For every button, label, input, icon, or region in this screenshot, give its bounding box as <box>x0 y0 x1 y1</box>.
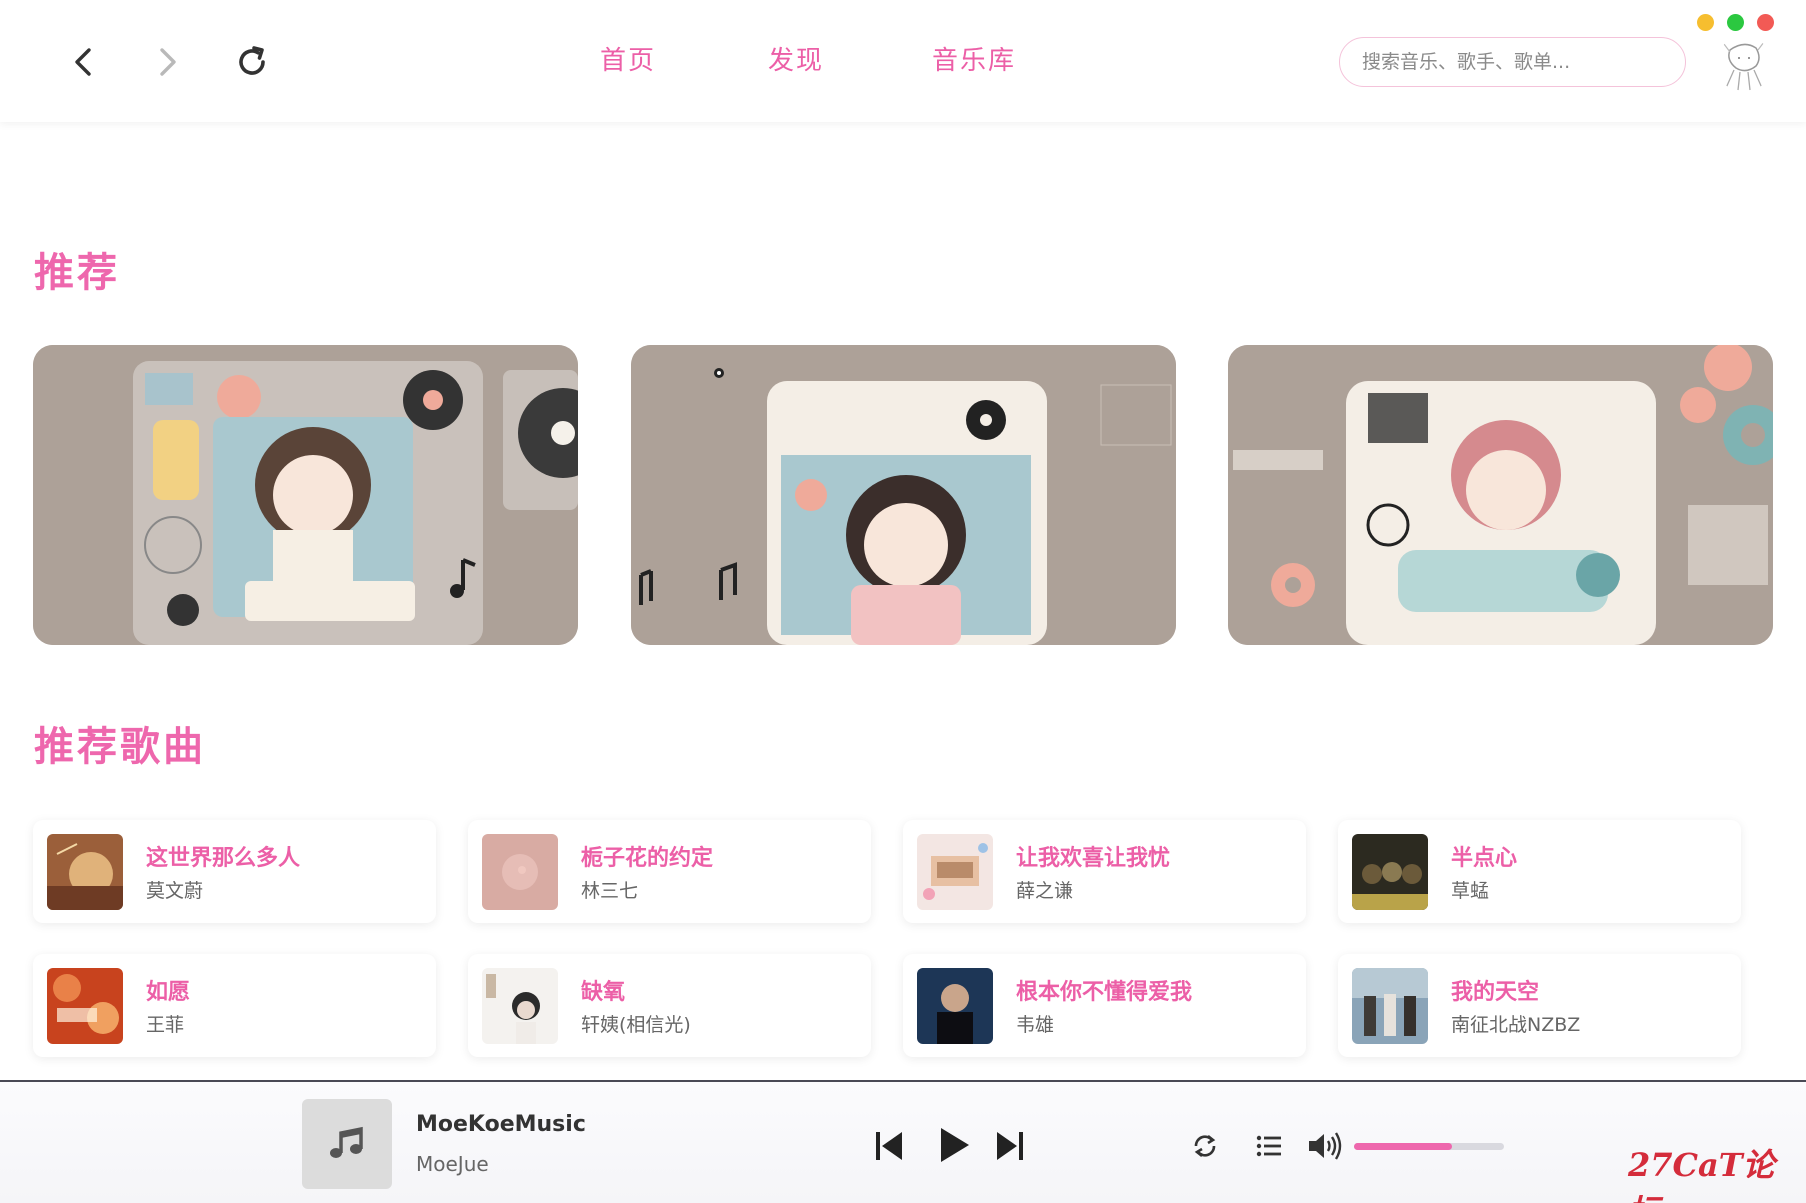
song-cover <box>1352 968 1428 1044</box>
chevron-right-icon <box>160 48 176 76</box>
site-watermark: 27CaT论坛 <box>1628 1146 1775 1203</box>
song-artist: 草蜢 <box>1451 880 1490 902</box>
top-bar: 首页 发现 音乐库 <box>0 0 1806 122</box>
recommend-banner-2[interactable] <box>631 345 1176 645</box>
repeat-button[interactable] <box>1191 1132 1219 1160</box>
app-window: 首页 发现 音乐库 推荐 <box>0 0 1806 1203</box>
window-controls <box>1697 14 1787 31</box>
tab-library[interactable]: 音乐库 <box>932 40 1016 77</box>
song-artist: 林三七 <box>581 880 639 902</box>
song-cover <box>47 968 123 1044</box>
chevron-left-icon <box>75 48 91 76</box>
main-tabs: 首页 发现 音乐库 <box>600 40 1128 77</box>
forward-button[interactable] <box>141 36 193 88</box>
volume-slider[interactable] <box>1354 1143 1504 1150</box>
playlist-button[interactable] <box>1255 1132 1283 1160</box>
previous-button[interactable] <box>874 1129 904 1163</box>
song-card[interactable]: 栀子花的约定 林三七 <box>468 820 871 923</box>
song-card[interactable]: 这世界那么多人 莫文蔚 <box>33 820 436 923</box>
play-button[interactable] <box>937 1125 971 1165</box>
volume-icon <box>1309 1132 1342 1160</box>
tab-discover[interactable]: 发现 <box>768 40 824 77</box>
song-artist: 韦雄 <box>1016 1014 1055 1036</box>
songs-section-title: 推荐歌曲 <box>34 724 206 770</box>
song-artist: 南征北战NZBZ <box>1451 1014 1581 1036</box>
song-title: 我的天空 <box>1451 980 1540 1005</box>
play-icon <box>941 1128 969 1162</box>
recommend-banner-1[interactable] <box>33 345 578 645</box>
song-title: 根本你不懂得爱我 <box>1016 980 1193 1005</box>
song-artist: 轩姨(相信光) <box>581 1014 691 1036</box>
list-icon <box>1256 1135 1281 1157</box>
album-art-image <box>1352 834 1428 910</box>
song-cover <box>1352 834 1428 910</box>
minimize-button[interactable] <box>1697 14 1714 31</box>
song-card[interactable]: 根本你不懂得爱我 韦雄 <box>903 954 1306 1057</box>
song-cover <box>917 834 993 910</box>
music-note-icon <box>330 1126 363 1158</box>
banner-illustration-1 <box>33 345 578 645</box>
refresh-icon <box>239 46 265 75</box>
avatar-sketch-icon <box>1716 36 1772 92</box>
now-playing-title: MoeKoeMusic <box>416 1112 586 1137</box>
song-card[interactable]: 让我欢喜让我忧 薛之谦 <box>903 820 1306 923</box>
song-cover <box>917 968 993 1044</box>
skip-next-icon <box>997 1132 1023 1160</box>
song-cover <box>482 968 558 1044</box>
song-card[interactable]: 我的天空 南征北战NZBZ <box>1338 954 1741 1057</box>
song-card[interactable]: 如愿 王菲 <box>33 954 436 1057</box>
song-title: 如愿 <box>146 980 191 1005</box>
tab-home[interactable]: 首页 <box>600 40 656 77</box>
album-art-image <box>482 968 558 1044</box>
album-art-image <box>917 968 993 1044</box>
banner-illustration-3 <box>1228 345 1773 645</box>
recommend-banner-3[interactable] <box>1228 345 1773 645</box>
maximize-button[interactable] <box>1727 14 1744 31</box>
volume-button[interactable] <box>1307 1130 1343 1162</box>
album-art-image <box>1352 968 1428 1044</box>
song-cover <box>482 834 558 910</box>
album-art-image <box>917 834 993 910</box>
song-artist: 王菲 <box>146 1014 185 1036</box>
now-playing-cover[interactable] <box>302 1099 392 1189</box>
song-card[interactable]: 半点心 草蜢 <box>1338 820 1741 923</box>
song-artist: 莫文蔚 <box>146 880 204 902</box>
now-playing-artist: MoeJue <box>416 1152 489 1176</box>
song-card[interactable]: 缺氧 轩姨(相信光) <box>468 954 871 1057</box>
song-title: 半点心 <box>1451 846 1518 871</box>
song-title: 缺氧 <box>581 980 626 1005</box>
next-button[interactable] <box>995 1129 1025 1163</box>
skip-previous-icon <box>876 1132 902 1160</box>
repeat-icon <box>1194 1134 1216 1158</box>
back-button[interactable] <box>58 36 110 88</box>
refresh-button[interactable] <box>226 36 278 88</box>
song-artist: 薛之谦 <box>1016 880 1074 902</box>
song-title: 让我欢喜让我忧 <box>1016 846 1171 871</box>
recommend-section-title: 推荐 <box>34 250 120 296</box>
volume-slider-fill <box>1354 1143 1452 1150</box>
player-bar: MoeKoeMusic MoeJue <box>0 1080 1806 1203</box>
search-input[interactable] <box>1339 37 1686 87</box>
album-art-image <box>482 834 558 910</box>
close-button[interactable] <box>1757 14 1774 31</box>
album-art-image <box>47 834 123 910</box>
banner-illustration-2 <box>631 345 1176 645</box>
user-avatar[interactable] <box>1716 36 1772 92</box>
album-art-image <box>47 968 123 1044</box>
song-title: 栀子花的约定 <box>581 846 714 871</box>
song-title: 这世界那么多人 <box>146 846 301 871</box>
song-cover <box>47 834 123 910</box>
